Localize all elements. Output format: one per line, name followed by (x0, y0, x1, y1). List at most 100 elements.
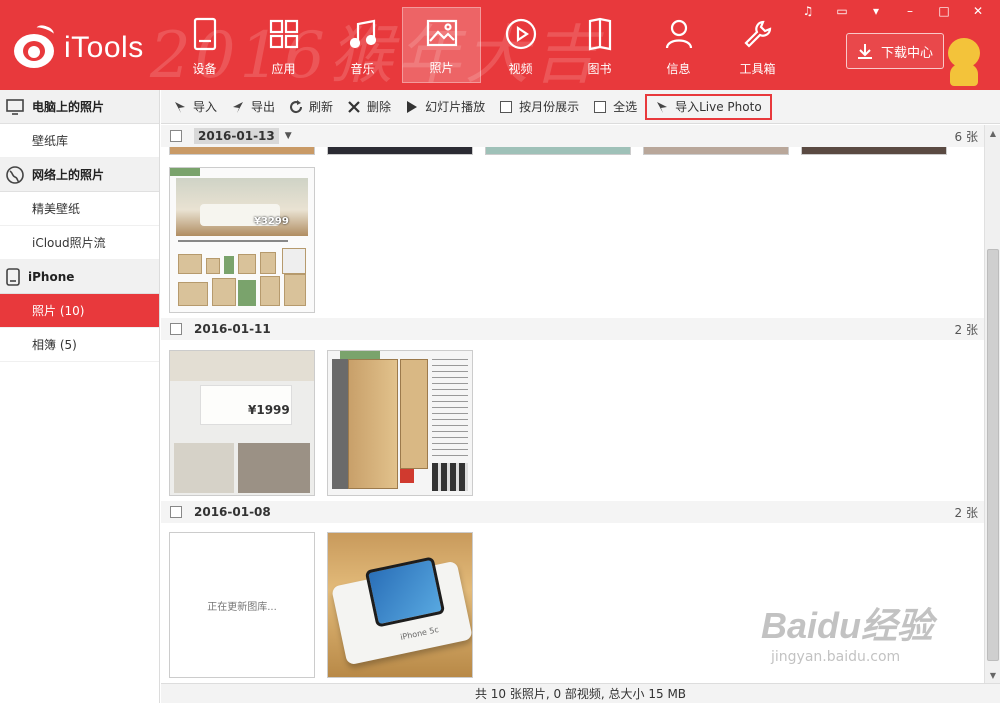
sidebar: 电脑上的照片 壁纸库 网络上的照片 精美壁纸 iCloud照片流 iPhone … (0, 90, 160, 703)
nav-device-label: 设备 (192, 62, 217, 76)
top-bar: 2016猴年大吉 iTools 设备 应用 音乐 照片 视频 图书 信息 工具箱… (0, 0, 1000, 90)
nav-books[interactable]: 图书 (560, 7, 639, 83)
nav-device[interactable]: 设备 (165, 7, 244, 83)
chat-icon[interactable]: ▭ (832, 3, 852, 19)
group-checkbox[interactable] (170, 130, 182, 142)
photo-thumbnail[interactable] (169, 147, 315, 155)
status-text: 共 10 张照片, 0 部视频, 总大小 15 MB (474, 687, 687, 701)
photo-thumbnail[interactable]: ¥1999 (169, 350, 315, 496)
close-icon[interactable]: ✕ (968, 3, 988, 19)
by-month-label: 按月份展示 (519, 100, 580, 114)
nav-photos-label: 照片 (429, 61, 454, 75)
nav-toolbox-label: 工具箱 (739, 62, 776, 76)
nav-apps[interactable]: 应用 (244, 7, 323, 83)
date-group-header: 2016-01-11 2 张 (161, 318, 984, 340)
checkbox-icon (594, 100, 607, 113)
scroll-up-icon[interactable]: ▲ (985, 125, 1000, 141)
sidebar-item-albums[interactable]: 相簿 (5) (0, 328, 159, 362)
by-month-checkbox[interactable]: 按月份展示 (493, 94, 587, 120)
import-icon (655, 100, 669, 114)
nav-photos[interactable]: 照片 (402, 7, 481, 83)
minimize-icon[interactable]: – (900, 3, 920, 19)
chevron-down-icon[interactable]: ▼ (285, 131, 292, 141)
nav-apps-label: 应用 (271, 62, 296, 76)
nav-toolbox[interactable]: 工具箱 (718, 7, 797, 83)
select-all-label: 全选 (613, 100, 638, 114)
watermark-title: Baidu经验 (761, 605, 934, 646)
nav-messages-label: 信息 (666, 62, 691, 76)
device-icon (193, 14, 217, 54)
select-all-checkbox[interactable]: 全选 (587, 94, 645, 120)
sidebar-section-title: iPhone (28, 269, 75, 284)
delete-button[interactable]: 删除 (341, 94, 399, 120)
nav-video[interactable]: 视频 (481, 7, 560, 83)
import-live-photo-button[interactable]: 导入Live Photo (645, 93, 772, 120)
sidebar-section-title: 电脑上的照片 (32, 100, 105, 114)
export-label: 导出 (251, 100, 276, 114)
date-group-header: 2016-01-08 2 张 (161, 501, 984, 523)
sidebar-item-icloud-stream[interactable]: iCloud照片流 (0, 226, 159, 260)
app-brand: iTools (64, 31, 144, 64)
vertical-scrollbar[interactable]: ▲ ▼ (984, 125, 1000, 683)
photo-thumbnail[interactable] (643, 147, 789, 155)
group-count: 2 张 (954, 505, 978, 520)
nav-messages[interactable]: 信息 (639, 7, 718, 83)
sidebar-section-iphone: iPhone (0, 260, 159, 294)
export-icon (231, 100, 245, 114)
play-icon (405, 100, 419, 114)
slideshow-label: 幻灯片播放 (425, 100, 486, 114)
photo-thumbnail[interactable] (327, 350, 473, 496)
loading-text: 正在更新图库... (207, 601, 277, 613)
monitor-icon (6, 98, 24, 115)
photo-thumbnail[interactable]: iPhone 5c (327, 532, 473, 678)
refresh-button[interactable]: 刷新 (283, 94, 341, 120)
nav-video-label: 视频 (508, 62, 533, 76)
apps-icon (269, 14, 299, 54)
window-controls: ♫ ▭ ▾ – □ ✕ (798, 3, 988, 19)
photo-thumbnail[interactable] (485, 147, 631, 155)
import-icon (173, 100, 187, 114)
import-button[interactable]: 导入 (167, 94, 225, 120)
date-group-header: 2016-01-13 ▼ 6 张 (161, 125, 984, 147)
group-checkbox[interactable] (170, 323, 182, 335)
photo-thumbnail-loading[interactable]: 正在更新图库... (169, 532, 315, 678)
maximize-icon[interactable]: □ (934, 3, 954, 19)
watermark-url: jingyan.baidu.com (771, 649, 901, 665)
menu-icon[interactable]: ▾ (866, 3, 886, 19)
nav-music[interactable]: 音乐 (323, 7, 402, 83)
photo-icon (426, 13, 458, 53)
download-center-button[interactable]: 下载中心 (846, 33, 944, 69)
photo-thumbnail[interactable] (327, 147, 473, 155)
status-bar: 共 10 张照片, 0 部视频, 总大小 15 MB (161, 683, 1000, 703)
monkey-mascot (936, 30, 992, 88)
download-center-label: 下载中心 (880, 45, 933, 61)
group-checkbox[interactable] (170, 506, 182, 518)
photo-grid: 2016-01-13 ▼ 6 张 ¥3299 2016-01-11 2 张 ¥1… (161, 125, 984, 683)
sidebar-item-wallpaper-library[interactable]: 壁纸库 (0, 124, 159, 158)
scrollbar-thumb[interactable] (987, 249, 999, 661)
nav-music-label: 音乐 (350, 62, 375, 76)
scroll-down-icon[interactable]: ▼ (985, 667, 1000, 683)
price-tag: ¥1999 (248, 403, 290, 417)
photo-thumbnail[interactable]: ¥3299 (169, 167, 315, 313)
itools-logo-icon (12, 23, 58, 70)
export-button[interactable]: 导出 (225, 94, 283, 120)
video-icon (505, 14, 537, 54)
globe-icon (6, 165, 24, 184)
group-count: 6 张 (954, 129, 978, 144)
price-tag: ¥3299 (254, 216, 289, 227)
group-date: 2016-01-11 (194, 322, 271, 336)
group-date: 2016-01-13 (194, 128, 279, 144)
main-nav: 设备 应用 音乐 照片 视频 图书 信息 工具箱 (165, 7, 797, 83)
checkbox-icon (500, 100, 513, 113)
sidebar-item-photos[interactable]: 照片 (10) (0, 294, 159, 328)
slideshow-button[interactable]: 幻灯片播放 (399, 94, 493, 120)
music-note-icon[interactable]: ♫ (798, 3, 818, 19)
sidebar-item-wallpapers[interactable]: 精美壁纸 (0, 192, 159, 226)
import-label: 导入 (193, 100, 218, 114)
sidebar-section-title: 网络上的照片 (32, 168, 105, 182)
sidebar-section-online-photos: 网络上的照片 (0, 158, 159, 192)
baidu-watermark: Baidu经验 jingyan.baidu.com (761, 597, 971, 677)
photo-thumbnail[interactable] (801, 147, 947, 155)
refresh-icon (289, 99, 303, 114)
